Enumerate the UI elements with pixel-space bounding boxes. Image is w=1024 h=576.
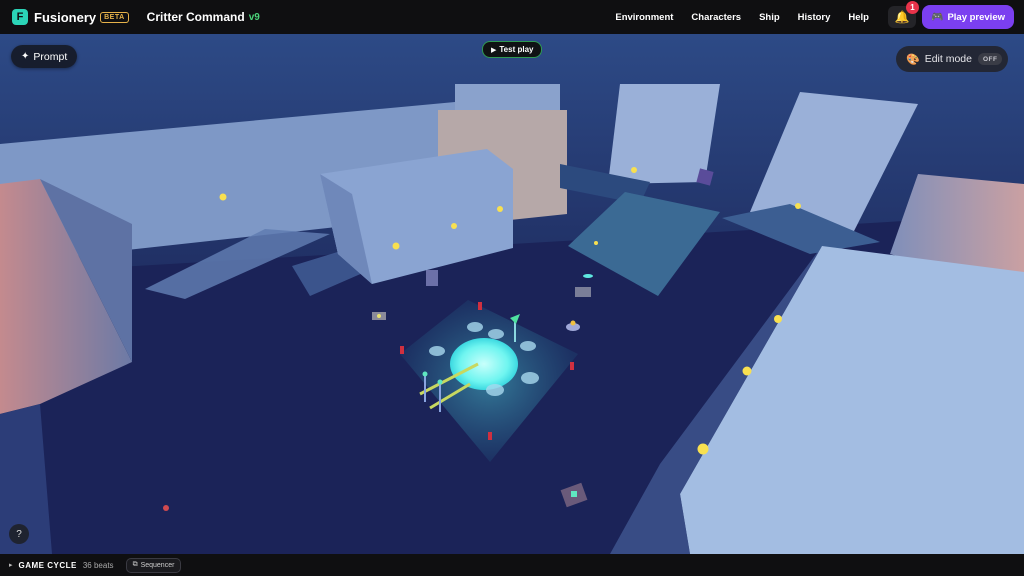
project-version: v9 (248, 11, 260, 23)
pad-disc-6 (429, 346, 445, 356)
fusionery-logo-icon[interactable]: F (12, 9, 28, 25)
crate-light (377, 314, 381, 318)
game-viewport[interactable] (0, 34, 1024, 554)
scene-canvas[interactable] (0, 34, 1024, 554)
edit-mode-control[interactable]: 🎨 Edit mode OFF (896, 46, 1009, 72)
box-prop-light (571, 491, 577, 497)
gamepad-icon: 🎮 (930, 11, 944, 23)
pad-disc-5 (486, 384, 504, 396)
nav-history[interactable]: History (798, 12, 831, 23)
pad-disc-2 (488, 329, 504, 339)
sparkle-icon: ✦ (21, 51, 30, 62)
spawner-light (570, 320, 576, 326)
floor-light-4 (697, 443, 709, 455)
prompt-button[interactable]: ✦ Prompt (11, 45, 78, 68)
pad-disc-4 (521, 372, 539, 384)
edit-mode-label: Edit mode (924, 53, 972, 65)
sequencer-icon: ⧉ (132, 561, 138, 568)
nav-environment[interactable]: Environment (615, 12, 673, 23)
turret-prop[interactable] (575, 287, 591, 297)
beats-count: 36 beats (82, 560, 114, 570)
floor-light-3 (742, 366, 752, 376)
wall-light-3 (451, 223, 457, 229)
play-preview-button[interactable]: 🎮 Play preview (921, 5, 1014, 29)
test-play-label: Test play (499, 45, 534, 54)
critter-1[interactable] (426, 270, 438, 286)
top-bar: F Fusionery BETA Critter Command v9 Envi… (0, 0, 1024, 34)
sequencer-button[interactable]: ⧉ Sequencer (125, 557, 182, 573)
wall-light-4 (497, 206, 503, 212)
turret-beacon (583, 274, 593, 278)
small-critter[interactable] (163, 505, 169, 511)
post-light-2 (437, 379, 443, 385)
bottom-bar: ▸ GAME CYCLE 36 beats ⧉ Sequencer (0, 554, 1024, 576)
collapse-chevron-icon[interactable]: ▸ (9, 561, 13, 569)
floor-light-2 (774, 315, 782, 323)
nav-help[interactable]: Help (848, 12, 869, 23)
wall-light-5 (631, 167, 637, 173)
project-title[interactable]: Critter Command (147, 10, 245, 24)
brand-name: Fusionery (34, 9, 97, 25)
play-preview-label: Play preview (947, 11, 1005, 23)
wall-light-6 (795, 203, 801, 209)
test-play-button[interactable]: ▶ Test play (482, 41, 543, 58)
pad-disc-1 (467, 322, 483, 332)
marker-4 (488, 432, 492, 440)
game-cycle-title[interactable]: GAME CYCLE (19, 561, 77, 570)
marker-2 (400, 346, 404, 354)
post-light-1 (422, 371, 428, 377)
prompt-label: Prompt (33, 50, 68, 63)
marker-1 (478, 302, 482, 310)
pad-disc-3 (520, 341, 536, 351)
back-pillar (608, 84, 720, 184)
portal-center[interactable] (450, 338, 518, 390)
floor-light-1 (594, 241, 598, 245)
marker-3 (570, 362, 574, 370)
nav-characters[interactable]: Characters (691, 12, 741, 23)
palette-icon: 🎨 (906, 53, 920, 66)
notifications-button[interactable]: 🔔 1 (887, 1, 919, 28)
wall-light-1 (219, 193, 227, 201)
nav-ship[interactable]: Ship (759, 12, 780, 23)
notification-badge: 1 (905, 1, 919, 14)
edit-mode-toggle[interactable]: OFF (977, 53, 1003, 65)
wall-light-2 (392, 242, 400, 250)
sequencer-label: Sequencer (140, 561, 175, 569)
play-triangle-icon: ▶ (491, 46, 497, 54)
beta-badge: BETA (100, 11, 129, 23)
help-button[interactable]: ? (9, 524, 29, 544)
